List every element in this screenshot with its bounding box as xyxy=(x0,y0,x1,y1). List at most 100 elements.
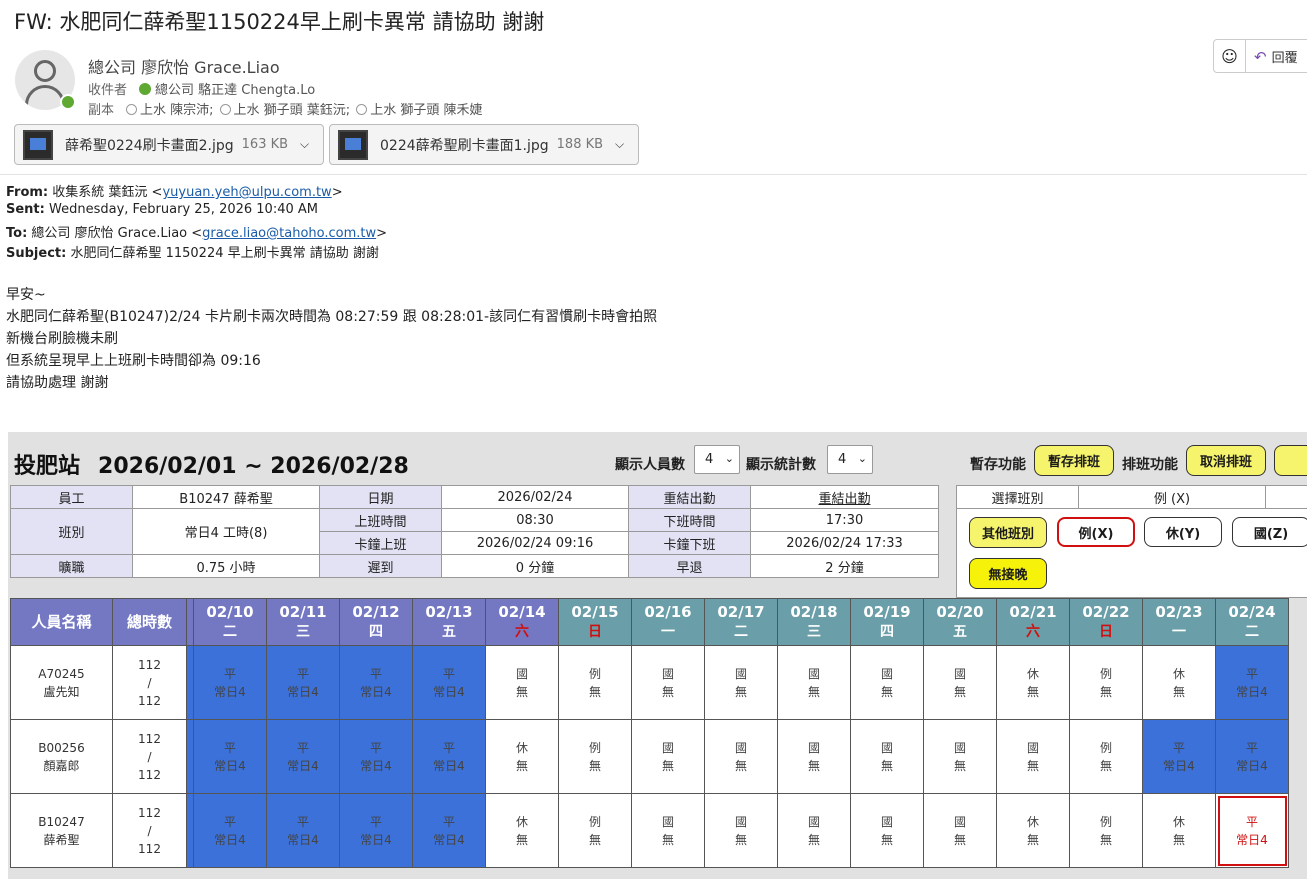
shift-cell[interactable]: 休無 xyxy=(485,793,559,868)
attachment-size: 188 KB xyxy=(556,137,604,152)
shift-cell[interactable]: 國無 xyxy=(631,793,705,868)
reply-button[interactable]: ↶ 回覆 xyxy=(1246,47,1298,66)
shift-cell[interactable]: 休無 xyxy=(996,793,1070,868)
shift-cell[interactable]: 平常日4 xyxy=(266,719,340,794)
shift-cell[interactable]: 國無 xyxy=(631,645,705,720)
temp-save-button[interactable]: 暫存排班 xyxy=(1034,445,1114,476)
body-line: 早安~ xyxy=(6,287,46,303)
presence-available-icon xyxy=(60,94,76,110)
presence-available-icon xyxy=(139,83,152,95)
emoji-reaction-button[interactable]: ☺ xyxy=(1214,40,1246,72)
shift-cell[interactable]: 國無 xyxy=(704,645,778,720)
shift-cell[interactable]: 國無 xyxy=(631,719,705,794)
cc-recipient[interactable]: 上水 陳宗沛; xyxy=(140,103,214,118)
total-hours-cell: 112/112 xyxy=(112,719,187,794)
shift-cell[interactable]: 國無 xyxy=(850,793,924,868)
shift-cell[interactable]: 國無 xyxy=(777,793,851,868)
to-label: 收件者 xyxy=(88,83,128,98)
shift-cell[interactable]: 國無 xyxy=(996,719,1070,794)
shift-cell[interactable]: 國無 xyxy=(923,645,997,720)
more-button[interactable] xyxy=(1274,445,1307,476)
date-header-2: 02/12 四 xyxy=(339,598,413,646)
show-people-label: 顯示人員數 xyxy=(615,457,685,473)
shift-cell[interactable]: 國無 xyxy=(704,793,778,868)
shift-cell[interactable]: 國無 xyxy=(777,645,851,720)
shift-cell[interactable]: 國無 xyxy=(923,719,997,794)
image-thumbnail xyxy=(23,129,53,160)
shift-cell[interactable]: 國無 xyxy=(923,793,997,868)
smiley-icon: ☺ xyxy=(1221,46,1238,66)
shift-cell[interactable]: 國無 xyxy=(485,645,559,720)
shift-cell[interactable]: 國無 xyxy=(777,719,851,794)
shift-cell[interactable]: 平常日4 xyxy=(412,645,486,720)
shift-cell[interactable]: 休無 xyxy=(485,719,559,794)
shift-cell[interactable]: 平常日4 xyxy=(339,793,413,868)
shift-cell[interactable]: 平常日4 xyxy=(412,719,486,794)
date-header-5: 02/15 日 xyxy=(558,598,632,646)
cc-recipient[interactable]: 上水 獅子頭 葉鈺沅; xyxy=(234,103,351,118)
shift-cell[interactable]: 國無 xyxy=(704,719,778,794)
message-actions: ☺ ↶ 回覆 xyxy=(1213,39,1307,73)
date-header-9: 02/19 四 xyxy=(850,598,924,646)
body-line: 水肥同仁薛希聖(B10247)2/24 卡片刷卡兩次時間為 08:27:59 跟… xyxy=(6,309,658,325)
shift-y-button[interactable]: 休(Y) xyxy=(1144,517,1222,547)
cancel-schedule-button[interactable]: 取消排班 xyxy=(1186,445,1266,476)
date-header-0: 02/10 二 xyxy=(193,598,267,646)
shift-z-button[interactable]: 國(Z) xyxy=(1232,517,1307,547)
body-line: 新機台刷臉機未刷 xyxy=(6,331,118,347)
shift-cell[interactable]: 休無 xyxy=(1142,793,1216,868)
chevron-down-icon[interactable]: ⌵ xyxy=(615,137,624,152)
shift-cell[interactable]: 例無 xyxy=(1069,793,1143,868)
shift-cell[interactable]: 休無 xyxy=(1142,645,1216,720)
shift-cell[interactable]: 平常日4 xyxy=(1142,719,1216,794)
shift-x-button[interactable]: 例(X) xyxy=(1057,517,1135,547)
shift-cell[interactable]: 平常日4 xyxy=(412,793,486,868)
schedule-screenshot: 投肥站 2026/02/01 ~ 2026/02/28 顯示人員數 4 ⌄ 顯示統計… xyxy=(8,432,1307,879)
shift-cell[interactable]: 平常日4 xyxy=(1215,719,1289,794)
body-line: 請協助處理 謝謝 xyxy=(6,375,109,391)
shift-cell[interactable]: 平常日4 xyxy=(339,719,413,794)
recipient[interactable]: 總公司 駱正達 Chengta.Lo xyxy=(155,83,315,98)
chevron-down-icon[interactable]: ⌵ xyxy=(300,137,309,152)
shift-cell[interactable]: 平常日4 xyxy=(193,793,267,868)
date-header-13: 02/23 一 xyxy=(1142,598,1216,646)
shift-cell[interactable]: 國無 xyxy=(850,645,924,720)
date-header-12: 02/22 日 xyxy=(1069,598,1143,646)
date-header-8: 02/18 三 xyxy=(777,598,851,646)
cc-label: 副本 xyxy=(88,103,115,118)
shift-cell[interactable]: 例無 xyxy=(1069,645,1143,720)
shift-cell[interactable]: 例無 xyxy=(558,719,632,794)
shift-cell[interactable]: 平常日4 xyxy=(193,719,267,794)
employee-name-cell: B10247 薛希聖 xyxy=(10,793,113,868)
date-header-11: 02/21 六 xyxy=(996,598,1070,646)
date-header-1: 02/11 三 xyxy=(266,598,340,646)
shift-cell[interactable]: 平常日4 xyxy=(339,645,413,720)
sender-name[interactable]: 總公司 廖欣怡 Grace.Liao xyxy=(88,54,280,78)
shift-cell[interactable]: 平常日4 xyxy=(193,645,267,720)
reset-attendance-link[interactable]: 重結出勤 xyxy=(750,485,939,509)
attachment-2[interactable]: 0224薛希聖刷卡畫面1.jpg 188 KB ⌵ xyxy=(329,124,639,165)
email-subject: FW: 水肥同仁薛希聖1150224早上刷卡異常 請協助 謝謝 xyxy=(14,10,545,34)
attendance-info-table: 員工 B10247 薛希聖 日期 2026/02/24 重結出勤 重結出勤 班別… xyxy=(10,485,939,578)
shift-cell[interactable]: 休無 xyxy=(996,645,1070,720)
attachment-size: 163 KB xyxy=(241,137,289,152)
shift-cell[interactable]: 國無 xyxy=(850,719,924,794)
attachment-name: 薛希聖0224刷卡畫面2.jpg xyxy=(65,137,234,154)
show-people-select[interactable]: 4 ⌄ xyxy=(694,445,740,474)
attachment-1[interactable]: 薛希聖0224刷卡畫面2.jpg 163 KB ⌵ xyxy=(14,124,324,165)
email-link[interactable]: yuyuan.yeh@ulpu.com.tw xyxy=(162,185,331,200)
row-separator xyxy=(186,645,194,720)
body-line: 但系統呈現早上上班刷卡時間卻為 09:16 xyxy=(6,353,261,369)
shift-cell[interactable]: 平常日4 xyxy=(266,793,340,868)
show-stats-select[interactable]: 4 ⌄ xyxy=(827,445,873,474)
shift-cell[interactable]: 平常日4 xyxy=(266,645,340,720)
shift-cell[interactable]: 例無 xyxy=(558,793,632,868)
other-shift-button[interactable]: 其他班別 xyxy=(969,517,1047,548)
no-night-button[interactable]: 無接晚 xyxy=(969,558,1047,589)
shift-cell[interactable]: 例無 xyxy=(558,645,632,720)
cc-recipient[interactable]: 上水 獅子頭 陳禾婕 xyxy=(370,103,482,118)
shift-cell[interactable]: 平常日4 xyxy=(1215,793,1289,868)
email-link[interactable]: grace.liao@tahoho.com.tw xyxy=(202,226,376,241)
shift-cell[interactable]: 例無 xyxy=(1069,719,1143,794)
shift-cell[interactable]: 平常日4 xyxy=(1215,645,1289,720)
